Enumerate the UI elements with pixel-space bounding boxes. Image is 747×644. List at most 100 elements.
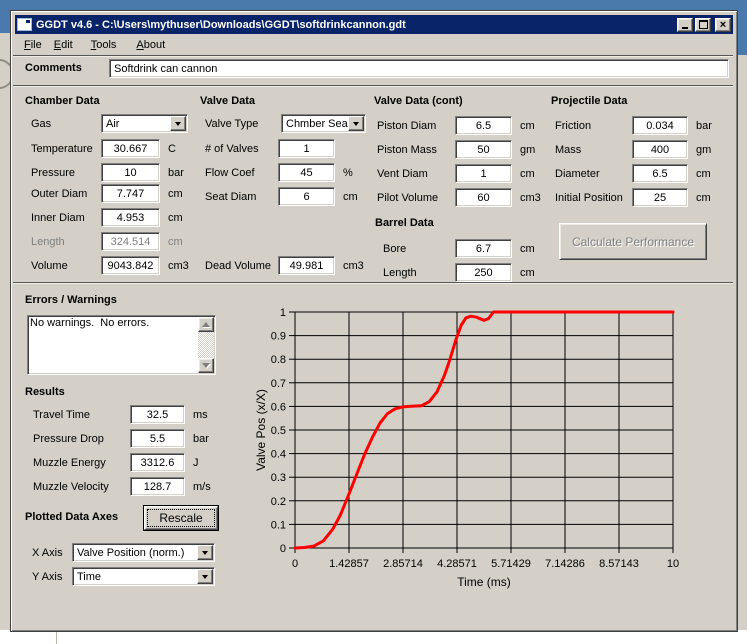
barrel-length-field[interactable] xyxy=(455,263,512,282)
minimize-button[interactable] xyxy=(677,18,693,32)
field-row: Piston Mass gm xyxy=(377,140,535,159)
svg-text:4.28571: 4.28571 xyxy=(437,558,477,570)
travel-time-field[interactable] xyxy=(130,405,185,424)
close-button[interactable]: × xyxy=(715,18,731,32)
chevron-down-icon[interactable] xyxy=(170,116,186,131)
svg-text:0.3: 0.3 xyxy=(271,472,286,484)
menu-file[interactable]: File xyxy=(18,37,48,53)
chart: 01.428572.857144.285715.714297.142868.57… xyxy=(241,296,711,601)
comments-input[interactable] xyxy=(109,59,729,78)
calculate-performance-button[interactable]: Calculate Performance xyxy=(559,223,707,260)
titlebar[interactable]: GGDT v4.6 - C:\Users\mythuser\Downloads\… xyxy=(15,15,733,34)
field-row: Travel Time ms xyxy=(33,405,208,424)
gas-select[interactable]: Air xyxy=(101,114,188,133)
field-row: Muzzle Velocity m/s xyxy=(33,477,211,496)
field-row: Bore cm xyxy=(383,239,535,258)
valve-position-chart: 01.428572.857144.285715.714297.142868.57… xyxy=(241,296,711,601)
background-window-left xyxy=(0,33,10,630)
field-row: Y Axis Time xyxy=(32,567,215,586)
scroll-down-icon xyxy=(202,363,210,368)
chevron-down-icon[interactable] xyxy=(197,569,213,584)
num-valves-field[interactable] xyxy=(278,139,335,158)
errors-textarea[interactable]: No warnings. No errors. xyxy=(27,315,216,375)
menu-edit[interactable]: Edit xyxy=(48,37,79,53)
barrel-header: Barrel Data xyxy=(375,217,434,229)
valve-type-select[interactable]: Chmber Seal xyxy=(281,114,366,133)
flow-coef-field[interactable] xyxy=(278,163,335,182)
field-row: Outer Diam cm xyxy=(31,184,183,203)
minimize-icon xyxy=(682,27,688,29)
svg-text:0: 0 xyxy=(280,543,286,555)
volume-field[interactable] xyxy=(101,256,160,275)
separator-menu xyxy=(13,55,733,56)
friction-field[interactable] xyxy=(632,116,688,135)
field-row: Pressure Drop bar xyxy=(33,429,209,448)
field-row: Inner Diam cm xyxy=(31,208,183,227)
seat-diam-field[interactable] xyxy=(278,187,335,206)
svg-text:0.4: 0.4 xyxy=(271,449,286,461)
chamber-header: Chamber Data xyxy=(25,95,100,107)
svg-text:Valve Pos (x/X): Valve Pos (x/X) xyxy=(254,389,268,471)
menu-about[interactable]: About xyxy=(130,37,171,53)
outer-diam-field[interactable] xyxy=(101,184,160,203)
plotted-axes-header: Plotted Data Axes xyxy=(25,511,118,523)
field-row: Flow Coef % xyxy=(205,163,353,182)
separator-comments xyxy=(13,85,733,86)
field-row: Friction bar xyxy=(555,116,712,135)
field-row: Piston Diam cm xyxy=(377,116,535,135)
muzzle-energy-field[interactable] xyxy=(130,453,185,472)
background-window-right xyxy=(737,55,747,630)
length-field-disabled xyxy=(101,232,160,251)
svg-text:0.7: 0.7 xyxy=(271,378,286,390)
svg-text:7.14286: 7.14286 xyxy=(545,558,585,570)
valve-cont-header: Valve Data (cont) xyxy=(374,95,463,107)
errors-text: No warnings. No errors. xyxy=(30,317,197,329)
svg-text:0.2: 0.2 xyxy=(271,496,286,508)
chevron-down-icon[interactable] xyxy=(348,116,364,131)
background-ring-fragment xyxy=(0,59,10,89)
svg-text:0: 0 xyxy=(292,558,298,570)
maximize-icon xyxy=(699,20,708,29)
bore-field[interactable] xyxy=(455,239,512,258)
piston-diam-field[interactable] xyxy=(455,116,512,135)
svg-text:8.57143: 8.57143 xyxy=(599,558,639,570)
field-row: Gas Air xyxy=(31,114,188,133)
svg-text:0.1: 0.1 xyxy=(271,519,286,531)
scroll-down-button[interactable] xyxy=(198,358,214,373)
scrollbar[interactable] xyxy=(198,317,214,373)
projectile-header: Projectile Data xyxy=(551,95,627,107)
valve-header: Valve Data xyxy=(200,95,255,107)
field-row: Initial Position cm xyxy=(555,188,711,207)
svg-text:1.42857: 1.42857 xyxy=(329,558,369,570)
maximize-button[interactable] xyxy=(695,18,711,32)
field-row: Length cm xyxy=(31,232,183,251)
chevron-down-icon[interactable] xyxy=(197,545,213,560)
y-axis-select[interactable]: Time xyxy=(72,567,215,586)
menu-tools[interactable]: Tools xyxy=(85,37,123,53)
temperature-field[interactable] xyxy=(101,139,160,158)
window-title: GGDT v4.6 - C:\Users\mythuser\Downloads\… xyxy=(36,19,675,31)
pressure-field[interactable] xyxy=(101,163,160,182)
field-row: Dead Volume cm3 xyxy=(205,256,364,275)
svg-text:0.8: 0.8 xyxy=(271,354,286,366)
vent-diam-field[interactable] xyxy=(455,164,512,183)
field-row: Pressure bar xyxy=(31,163,184,182)
scroll-up-button[interactable] xyxy=(198,317,214,332)
x-axis-select[interactable]: Valve Position (norm.) xyxy=(72,543,215,562)
pilot-volume-field[interactable] xyxy=(455,188,512,207)
pressure-drop-field[interactable] xyxy=(130,429,185,448)
results-header: Results xyxy=(25,386,65,398)
mass-field[interactable] xyxy=(632,140,688,159)
svg-text:0.9: 0.9 xyxy=(271,331,286,343)
piston-mass-field[interactable] xyxy=(455,140,512,159)
inner-diam-field[interactable] xyxy=(101,208,160,227)
background-line xyxy=(56,630,57,644)
muzzle-velocity-field[interactable] xyxy=(130,477,185,496)
diameter-field[interactable] xyxy=(632,164,688,183)
initial-position-field[interactable] xyxy=(632,188,688,207)
rescale-button[interactable]: Rescale xyxy=(143,505,219,531)
dead-volume-field[interactable] xyxy=(278,256,335,275)
field-row: X Axis Valve Position (norm.) xyxy=(32,543,215,562)
field-row: Valve Type Chmber Seal xyxy=(205,114,366,133)
desktop: { "titlebar": { "title": "GGDT v4.6 - C:… xyxy=(0,0,747,644)
